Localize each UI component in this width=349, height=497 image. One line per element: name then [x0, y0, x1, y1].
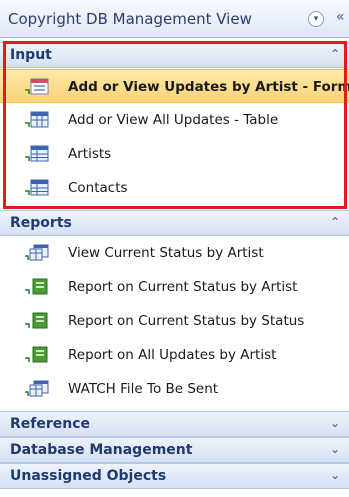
- nav-item-label: Artists: [68, 146, 112, 162]
- group-unassigned-objects[interactable]: Unassigned Objects ⌄: [0, 463, 349, 489]
- nav-item-contacts[interactable]: Contacts: [0, 171, 349, 205]
- table-icon: [25, 111, 49, 128]
- nav-item-report-status-by-status[interactable]: Report on Current Status by Status: [0, 304, 349, 338]
- group-reference[interactable]: Reference ⌄: [0, 411, 349, 437]
- chevron-down-icon[interactable]: ⌄: [330, 442, 340, 456]
- group-reports[interactable]: Reports ⌃: [0, 210, 349, 236]
- form-icon: [25, 78, 49, 95]
- nav-item-view-current-status[interactable]: View Current Status by Artist: [0, 236, 349, 270]
- nav-item-label: WATCH File To Be Sent: [68, 381, 219, 397]
- table-icon: [25, 179, 49, 196]
- nav-item-label: Contacts: [68, 180, 128, 196]
- chevron-down-icon[interactable]: ⌄: [330, 468, 340, 482]
- nav-item-artists[interactable]: Artists: [0, 137, 349, 171]
- nav-item-add-view-updates-table[interactable]: Add or View All Updates - Table: [0, 103, 349, 137]
- nav-item-label: Add or View Updates by Artist - Form: [68, 79, 349, 95]
- nav-item-label: Report on All Updates by Artist: [68, 347, 277, 363]
- group-input[interactable]: Input ⌃: [0, 42, 349, 68]
- nav-item-label: Report on Current Status by Status: [68, 313, 305, 329]
- chevron-up-icon[interactable]: ⌃: [330, 47, 340, 61]
- shutter-bar-close-icon[interactable]: «: [336, 9, 345, 25]
- report-icon: [25, 278, 48, 295]
- group-label: Input: [10, 47, 52, 63]
- group-label: Reports: [10, 215, 72, 231]
- nav-item-add-view-updates-form[interactable]: Add or View Updates by Artist - Form: [0, 69, 349, 103]
- chevron-down-icon[interactable]: ⌄: [330, 416, 340, 430]
- group-label: Reference: [10, 416, 91, 432]
- nav-item-report-status-by-artist[interactable]: Report on Current Status by Artist: [0, 270, 349, 304]
- nav-item-label: Report on Current Status by Artist: [68, 279, 298, 295]
- nav-item-watch-file[interactable]: WATCH File To Be Sent: [0, 372, 349, 406]
- report-icon: [25, 312, 48, 329]
- chevron-down-icon[interactable]: ▾: [308, 11, 324, 27]
- chevron-up-icon[interactable]: ⌃: [330, 215, 340, 229]
- nav-pane-title-bar[interactable]: Copyright DB Management View ▾ «: [0, 0, 349, 38]
- nav-item-label: View Current Status by Artist: [68, 245, 264, 261]
- nav-item-report-all-updates[interactable]: Report on All Updates by Artist: [0, 338, 349, 372]
- query-icon: [25, 380, 49, 397]
- nav-item-label: Add or View All Updates - Table: [68, 112, 279, 128]
- group-label: Unassigned Objects: [10, 468, 167, 484]
- table-icon: [25, 145, 49, 162]
- group-database-management[interactable]: Database Management ⌄: [0, 437, 349, 463]
- nav-pane-title[interactable]: Copyright DB Management View: [8, 10, 252, 28]
- report-icon: [25, 346, 48, 363]
- query-icon: [25, 244, 49, 261]
- group-label: Database Management: [10, 442, 193, 458]
- navigation-pane: Copyright DB Management View ▾ « Input ⌃…: [0, 0, 349, 497]
